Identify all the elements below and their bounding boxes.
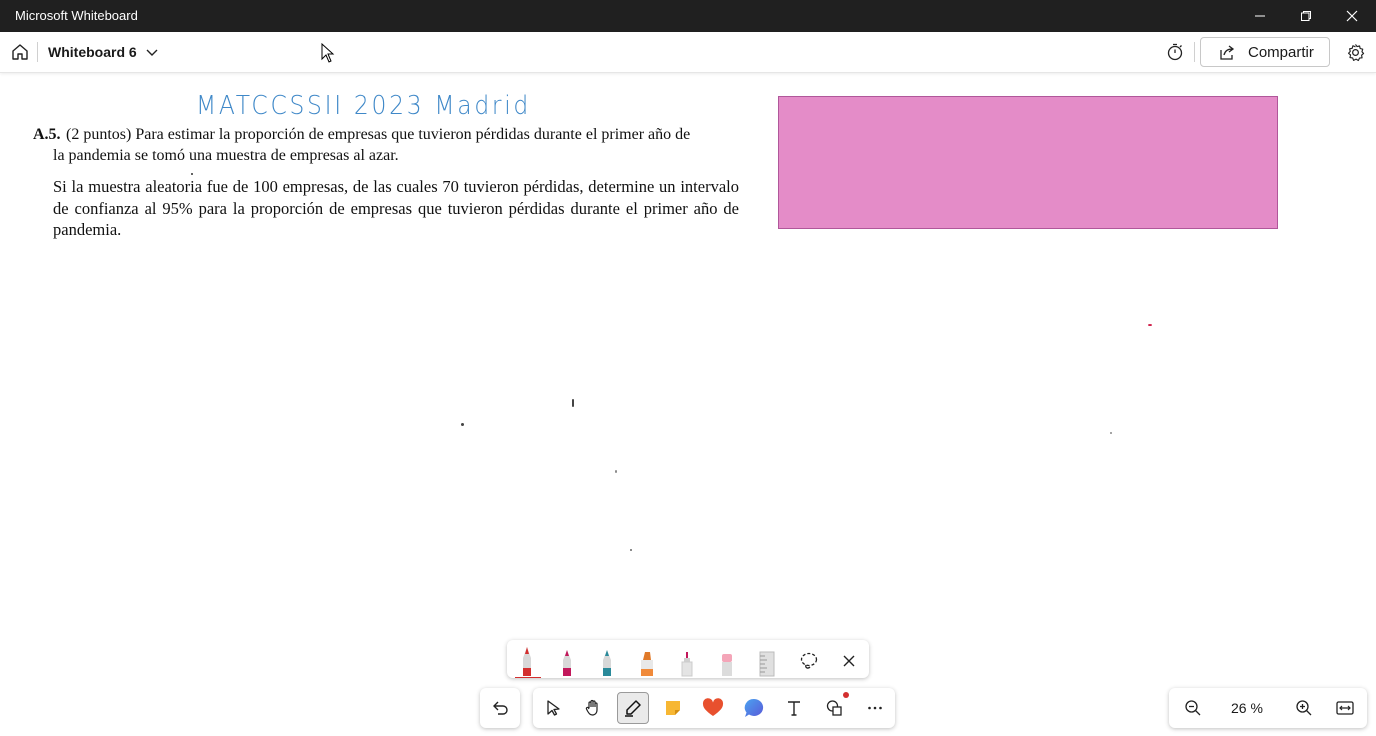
restore-button[interactable] [1283, 0, 1329, 32]
share-label: Compartir [1248, 44, 1314, 61]
undo-button[interactable] [484, 692, 516, 724]
close-icon [1346, 10, 1358, 22]
whiteboard-canvas[interactable]: MATCCSSII 2023 Madrid A.5. (2 puntos) Pa… [0, 73, 1376, 736]
undo-toolbar [480, 688, 520, 728]
lasso-select[interactable] [792, 644, 826, 678]
zoom-out-button[interactable] [1177, 692, 1209, 724]
settings-button[interactable] [1343, 40, 1367, 64]
ink-speck [572, 399, 574, 407]
orange-highlighter[interactable] [630, 644, 664, 678]
zoom-in-button[interactable] [1288, 692, 1320, 724]
close-window-button[interactable] [1329, 0, 1375, 32]
lasso-icon [800, 652, 818, 669]
shapes-tool[interactable] [819, 692, 851, 724]
settings-icon [1347, 43, 1364, 61]
mouse-cursor-icon [321, 43, 335, 63]
ink-speck [191, 173, 193, 175]
reactions-heart-icon [702, 698, 724, 716]
comment-icon [744, 698, 764, 717]
handwritten-title[interactable]: MATCCSSII 2023 Madrid [196, 91, 531, 121]
zoom-out-icon [1185, 700, 1201, 716]
glue-pen-icon [681, 652, 693, 677]
notification-dot [843, 692, 849, 698]
ruler[interactable] [750, 644, 784, 678]
fit-to-screen-icon [1336, 701, 1354, 715]
ink-speck [461, 423, 464, 426]
zoom-level: 26 % [1231, 700, 1263, 716]
shapes-icon [826, 700, 842, 716]
magenta-pen[interactable] [550, 644, 584, 678]
magenta-pen-icon [563, 650, 571, 676]
home-button[interactable] [8, 40, 32, 64]
more-icon [868, 706, 882, 710]
fit-to-screen-button[interactable] [1329, 692, 1361, 724]
ink-speck [630, 549, 632, 551]
pink-rectangle-shape[interactable] [778, 96, 1278, 229]
inking-tool[interactable] [617, 692, 649, 724]
close-icon [843, 655, 855, 667]
zoom-controls: 26 % [1169, 688, 1367, 728]
red-pen-icon [515, 647, 541, 678]
zoom-in-icon [1296, 700, 1312, 716]
board-menu-button[interactable] [144, 44, 160, 60]
ink-speck [1110, 432, 1112, 434]
header-divider [37, 42, 38, 62]
comment-tool[interactable] [738, 692, 770, 724]
ink-speck [1148, 324, 1152, 326]
title-bar: Microsoft Whiteboard [0, 0, 1376, 32]
more-tools-button[interactable] [859, 692, 891, 724]
red-pen[interactable] [510, 644, 544, 678]
board-name[interactable]: Whiteboard 6 [48, 44, 137, 60]
text-tool[interactable] [778, 692, 810, 724]
select-tool[interactable] [537, 692, 569, 724]
teal-pen[interactable] [590, 644, 624, 678]
close-pen-tray-button[interactable] [832, 644, 866, 678]
minimize-icon [1255, 15, 1265, 17]
home-icon [12, 44, 28, 60]
ruler-icon [759, 651, 775, 677]
orange-highlighter-icon [641, 652, 653, 676]
main-toolbar [533, 688, 895, 728]
restore-icon [1301, 11, 1311, 21]
minimize-button[interactable] [1237, 0, 1283, 32]
reactions-tool[interactable] [697, 692, 729, 724]
timer-icon [1167, 43, 1183, 61]
sticky-note-tool[interactable] [657, 692, 689, 724]
glue-pen[interactable] [670, 644, 704, 678]
undo-icon [493, 701, 508, 715]
teal-pen-icon [603, 650, 611, 676]
problem-paragraph[interactable]: Si la muestra aleatoria fue de 100 empre… [53, 176, 739, 241]
chevron-down-icon [146, 49, 158, 56]
app-header: Whiteboard 6 Compartir [0, 32, 1376, 73]
ink-speck [615, 470, 617, 473]
pan-tool[interactable] [577, 692, 609, 724]
select-icon [547, 700, 560, 716]
problem-line-1: (2 puntos) Para estimar la proporción de… [66, 126, 691, 143]
timer-button[interactable] [1163, 40, 1187, 64]
eraser[interactable] [710, 644, 744, 678]
share-button[interactable]: Compartir [1200, 37, 1330, 67]
text-icon [788, 701, 800, 716]
problem-number: A.5. [33, 126, 61, 143]
pen-tray [507, 640, 869, 678]
problem-line-2: la pandemia se tomó una muestra de empre… [53, 147, 399, 164]
eraser-icon [722, 654, 732, 676]
pan-hand-icon [585, 699, 598, 716]
sticky-note-icon [666, 701, 680, 715]
share-icon [1220, 45, 1235, 60]
inking-pen-icon [625, 700, 641, 717]
window-title: Microsoft Whiteboard [15, 8, 138, 23]
header-divider [1194, 42, 1195, 62]
